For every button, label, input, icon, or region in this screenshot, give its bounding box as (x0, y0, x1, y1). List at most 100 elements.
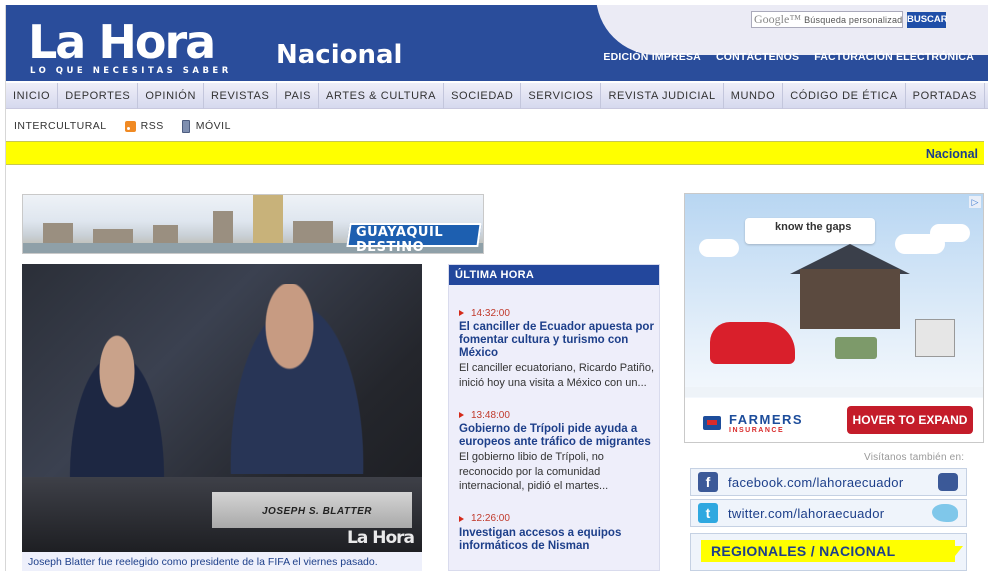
chat-bubble-icon (938, 473, 958, 491)
farmers-wordmark: FARMERS INSURANCE (729, 412, 803, 434)
nav2-item-intercultural[interactable]: INTERCULTURAL (14, 120, 107, 132)
nameplate-text: JOSEPH S. BLATTER (262, 506, 372, 517)
photo-watermark: La Hora (347, 528, 415, 548)
farmers-sub: INSURANCE (729, 427, 785, 434)
car-icon (710, 322, 795, 364)
nav-item-artes[interactable]: ARTES & CULTURA (319, 83, 445, 109)
house-icon (800, 269, 900, 329)
ad-headline-sign: know the gaps (745, 218, 875, 244)
nav2-item-rss[interactable]: RSS (124, 120, 164, 132)
link-contactenos[interactable]: CONTÁCTENOS (716, 51, 799, 63)
facebook-link[interactable]: f facebook.com/lahoraecuador (690, 468, 967, 496)
photo-nameplate: JOSEPH S. BLATTER (212, 492, 412, 528)
site-header: La Hora LO QUE NECESITAS SABER Nacional … (6, 5, 988, 81)
secondary-nav: INTERCULTURAL RSS MÓVIL (6, 115, 241, 137)
rss-icon (124, 120, 136, 132)
google-icon: Google™ (754, 12, 802, 26)
nav-item-sociedad[interactable]: SOCIEDAD (444, 83, 522, 109)
mobile-phone-icon (181, 119, 190, 133)
farmers-ad[interactable]: ▷ know the gaps FARMERS INSURANCE HOVER … (684, 193, 984, 443)
top-links: EDICIÓN IMPRESA CONTÁCTENOS FACTURACIÓN … (603, 51, 974, 63)
news-summary: El canciller ecuatoriano, Ricardo Patiño… (459, 362, 655, 389)
news-time-text: 14:32:00 (471, 307, 510, 319)
banner-building (293, 221, 333, 243)
nav-item-revistas[interactable]: REVISTAS (204, 83, 278, 109)
section-bar-title: Nacional (925, 147, 978, 161)
nav-item-revista-judicial[interactable]: REVISTA JUDICIAL (601, 83, 724, 109)
nav-item-servicios[interactable]: SERVICIOS (521, 83, 602, 109)
arrow-right-icon (459, 310, 464, 316)
news-time: 14:32:00 (459, 307, 655, 319)
news-time: 13:48:00 (459, 409, 655, 421)
nav-item-portadas[interactable]: PORTADAS (906, 83, 985, 109)
search-button[interactable]: BUSCAR (906, 11, 948, 29)
banner-building (43, 223, 73, 243)
arrow-right-icon (459, 412, 464, 418)
lead-photo[interactable]: JOSEPH S. BLATTER La Hora (22, 264, 422, 552)
cloud-icon (930, 224, 970, 242)
arrow-right-icon (459, 515, 464, 522)
bird-icon (932, 504, 958, 522)
section-title: Nacional (276, 40, 403, 70)
page-frame: La Hora LO QUE NECESITAS SABER Nacional … (5, 5, 988, 571)
diamond-case-icon (915, 319, 955, 357)
ad-choices-icon[interactable]: ▷ (969, 196, 981, 208)
farmers-logo: FARMERS INSURANCE (703, 412, 803, 434)
news-item: 12:26:00 Investigan accesos a equipos in… (459, 513, 655, 553)
visit-label: Visítanos también en: (864, 452, 965, 463)
money-icon (835, 337, 877, 359)
banner-building (153, 225, 178, 243)
ad-floor (685, 387, 983, 397)
hover-to-expand-button[interactable]: HOVER TO EXPAND (847, 406, 973, 434)
facebook-icon: f (698, 472, 718, 492)
news-headline[interactable]: El canciller de Ecuador apuesta por fome… (459, 321, 655, 360)
nav-item-inicio[interactable]: INICIO (6, 83, 59, 109)
photo-person (222, 284, 372, 474)
nav-item-deportes[interactable]: DEPORTES (58, 83, 139, 109)
nav2-item-movil[interactable]: MÓVIL (181, 119, 231, 133)
guayaquil-banner[interactable]: GUAYAQUIL DESTINO (22, 194, 484, 254)
section-bar: Nacional (6, 141, 984, 165)
news-summary: El gobierno libio de Trípoli, no reconoc… (459, 451, 609, 492)
regionales-title: REGIONALES / NACIONAL (711, 543, 896, 559)
guayaquil-logo-text: GUAYAQUIL DESTINO (356, 225, 444, 254)
nav2-label: RSS (140, 120, 164, 132)
link-facturacion[interactable]: FACTURACIÓN ELECTRÓNICA (814, 51, 974, 63)
nav-item-codigo-etica[interactable]: CÓDIGO DE ÉTICA (783, 83, 906, 109)
photo-caption[interactable]: Joseph Blatter fue reelegido como presid… (22, 552, 422, 571)
regionales-tag: REGIONALES / NACIONAL (701, 540, 963, 562)
nav2-label: MÓVIL (195, 120, 231, 132)
nav2-label: INTERCULTURAL (14, 120, 107, 132)
search-input[interactable]: Google™ Búsqueda personalizada (751, 11, 903, 28)
main-nav: INICIO DEPORTES OPINIÓN REVISTAS PAIS AR… (6, 83, 988, 109)
site-tagline: LO QUE NECESITAS SABER (30, 66, 232, 76)
news-headline[interactable]: Investigan accesos a equipos informático… (459, 527, 655, 553)
ad-footer: FARMERS INSURANCE HOVER TO EXPAND (685, 398, 983, 442)
regionales-box[interactable]: REGIONALES / NACIONAL (690, 533, 967, 571)
news-time-text: 12:26:00 (471, 513, 510, 524)
news-headline[interactable]: Gobierno de Trípoli pide ayuda a europeo… (459, 423, 655, 449)
search-placeholder: Búsqueda personalizada (804, 14, 903, 25)
banner-building (213, 211, 233, 243)
news-item: 13:48:00 Gobierno de Trípoli pide ayuda … (459, 409, 655, 494)
twitter-link[interactable]: t twitter.com/lahoraecuador (690, 499, 967, 527)
news-item: 14:32:00 El canciller de Ecuador apuesta… (459, 307, 655, 390)
page: La Hora LO QUE NECESITAS SABER Nacional … (0, 0, 990, 571)
farmers-name: FARMERS (729, 412, 804, 427)
nav-item-mundo[interactable]: MUNDO (724, 83, 784, 109)
news-time: 12:26:00 (459, 513, 655, 525)
ultima-hora-panel: ÚLTIMA HORA 14:32:00 El canciller de Ecu… (448, 264, 660, 571)
ad-headline: know the gaps (775, 221, 852, 233)
nav-item-pais[interactable]: PAIS (277, 83, 320, 109)
banner-tower (253, 195, 283, 243)
twitter-url: twitter.com/lahoraecuador (728, 505, 885, 521)
nav-item-opinion[interactable]: OPINIÓN (138, 83, 204, 109)
link-edicion-impresa[interactable]: EDICIÓN IMPRESA (603, 51, 701, 63)
cloud-icon (699, 239, 739, 257)
ultima-hora-list: 14:32:00 El canciller de Ecuador apuesta… (459, 307, 655, 571)
site-logo[interactable]: La Hora (28, 19, 216, 65)
news-time-text: 13:48:00 (471, 409, 510, 421)
facebook-url: facebook.com/lahoraecuador (728, 474, 904, 490)
photo-person (62, 334, 172, 484)
farmers-shield-icon (703, 416, 721, 430)
